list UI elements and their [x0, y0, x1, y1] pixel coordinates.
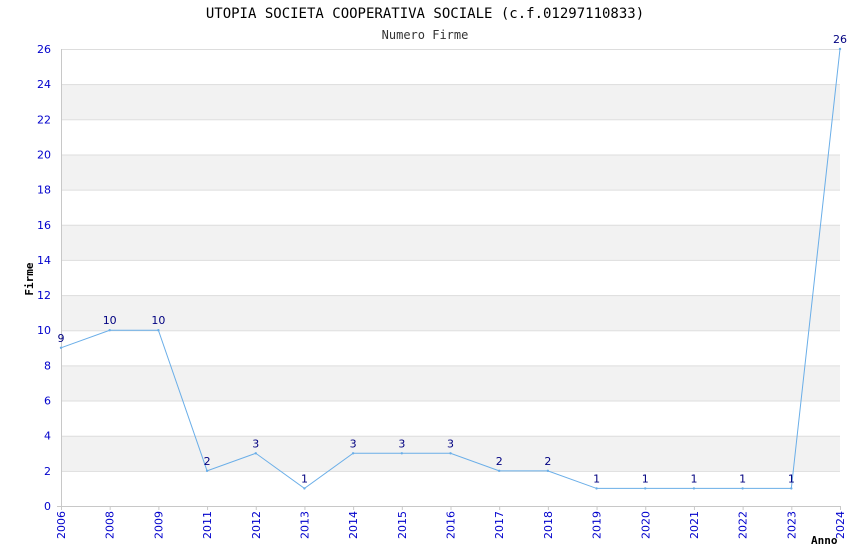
data-point — [351, 452, 355, 455]
data-label: 9 — [58, 332, 65, 345]
data-point — [59, 346, 63, 350]
y-tick-label: 22 — [37, 113, 51, 126]
data-point — [595, 487, 598, 490]
y-tick-label: 14 — [37, 254, 51, 267]
x-tick-label: 2018 — [542, 511, 555, 539]
y-tick-label: 12 — [37, 289, 51, 302]
y-tick-label: 10 — [37, 324, 51, 337]
x-tick-label: 2021 — [688, 511, 701, 539]
grid-band — [61, 400, 840, 436]
data-point — [790, 487, 793, 490]
x-tick-label: 2011 — [201, 511, 214, 539]
data-label: 1 — [642, 472, 649, 485]
data-point — [254, 452, 257, 455]
data-label: 3 — [252, 437, 259, 450]
x-tick-label: 2015 — [396, 511, 409, 539]
data-label: 26 — [833, 33, 847, 46]
grid-band — [61, 84, 840, 120]
grid-band — [61, 330, 840, 366]
x-tick-label: 2008 — [104, 511, 117, 539]
data-point — [205, 469, 209, 473]
y-tick-label: 26 — [37, 43, 51, 56]
grid-band — [61, 224, 840, 260]
data-label: 1 — [788, 472, 795, 485]
x-tick-label: 2013 — [298, 511, 311, 539]
data-point — [546, 469, 550, 473]
data-point — [497, 469, 501, 473]
x-tick-label: 2009 — [152, 511, 165, 539]
data-label: 2 — [544, 455, 551, 468]
chart-title: UTOPIA SOCIETA COOPERATIVA SOCIALE (c.f.… — [206, 6, 644, 22]
x-tick-label: 2023 — [785, 511, 798, 539]
data-point — [692, 487, 696, 490]
x-tick-label: 2016 — [445, 511, 458, 539]
grid-band — [61, 154, 840, 190]
data-label: 10 — [151, 314, 165, 327]
data-label: 10 — [103, 314, 117, 327]
chart-subtitle: Numero Firme — [382, 28, 469, 42]
data-point — [449, 452, 452, 455]
data-point — [400, 452, 404, 455]
line-chart: UTOPIA SOCIETA COOPERATIVA SOCIALE (c.f.… — [23, 6, 847, 547]
data-label: 1 — [593, 472, 600, 485]
data-label: 3 — [447, 437, 454, 450]
grid-band — [61, 49, 840, 85]
y-axis-label: Firme — [23, 262, 36, 295]
x-tick-label: 2012 — [250, 511, 263, 539]
x-tick-label: 2022 — [737, 511, 750, 539]
data-label: 1 — [739, 472, 746, 485]
data-label: 3 — [350, 437, 357, 450]
y-tick-label: 24 — [37, 78, 51, 91]
data-label: 3 — [398, 437, 405, 450]
data-point — [644, 487, 647, 490]
y-tick-label: 6 — [44, 395, 51, 408]
data-label: 2 — [496, 455, 503, 468]
grid-band — [61, 259, 840, 296]
grid-band — [61, 365, 840, 401]
x-tick-label: 2019 — [591, 511, 604, 539]
data-point — [303, 487, 306, 490]
data-point — [741, 487, 744, 490]
y-tick-label: 16 — [37, 219, 51, 232]
data-point — [838, 47, 842, 51]
y-tick-label: 20 — [37, 148, 51, 161]
x-tick-label: 2014 — [347, 511, 360, 539]
data-point — [108, 329, 111, 332]
y-tick-label: 8 — [44, 359, 51, 372]
y-tick-label: 4 — [44, 430, 51, 443]
plot-area: 024681012141618202224262006 2008 2009 2011 2… — [37, 33, 847, 539]
y-tick-label: 18 — [37, 184, 51, 197]
x-tick-label: 2020 — [639, 511, 652, 539]
grid-band — [61, 189, 840, 225]
x-tick-label: 2017 — [493, 511, 506, 539]
grid-band — [61, 119, 840, 155]
data-label: 2 — [204, 455, 211, 468]
data-point — [157, 329, 160, 332]
x-axis-label: Anno — [811, 534, 838, 547]
y-tick-label: 2 — [44, 465, 51, 478]
data-label: 1 — [690, 472, 697, 485]
y-tick-label: 0 — [44, 500, 51, 513]
data-label: 1 — [301, 472, 308, 485]
x-tick-label: 2006 — [55, 511, 68, 539]
grid-band — [61, 295, 840, 331]
